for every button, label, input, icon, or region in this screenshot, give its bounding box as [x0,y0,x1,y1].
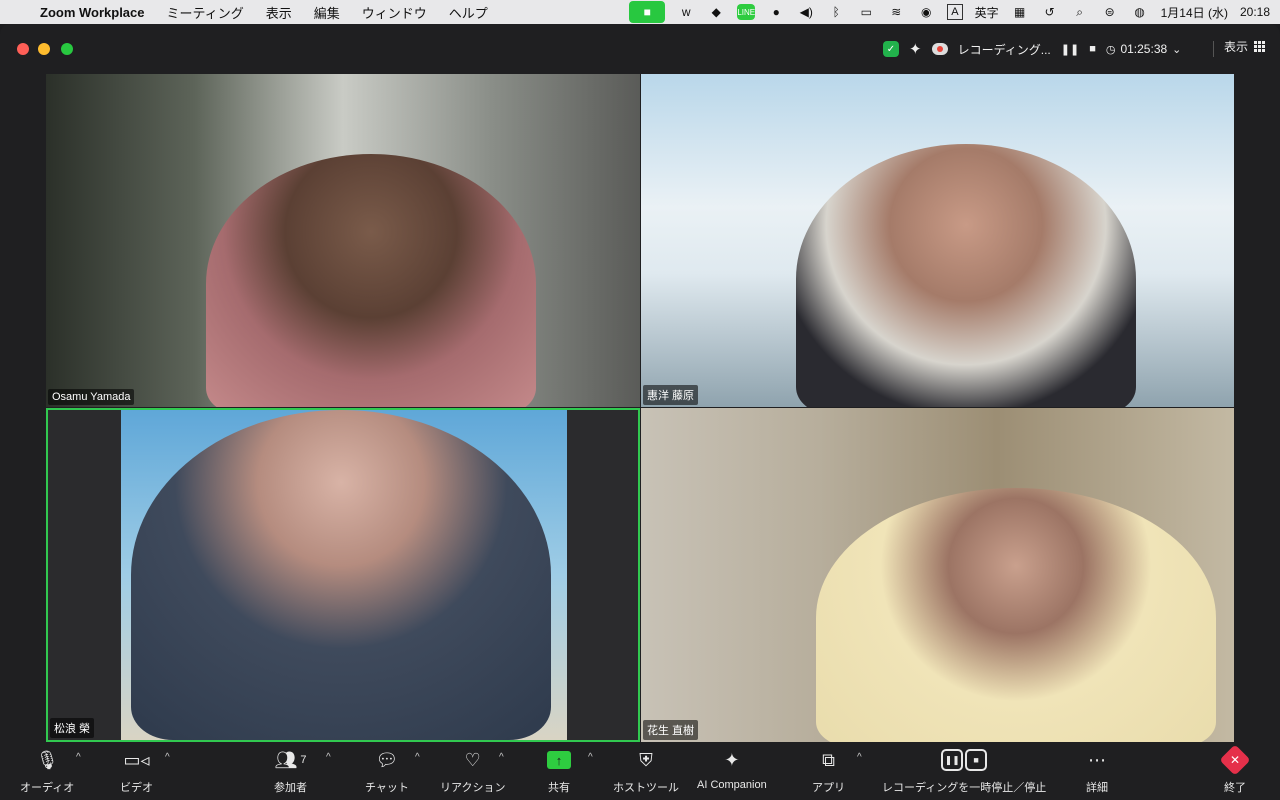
participant-name-label: 松浪 榮 [50,718,95,738]
video-options-chevron-icon[interactable]: ^ [165,752,170,763]
menu-meeting[interactable]: ミーティング [167,3,244,22]
chat-bubble-icon: 💬︎ [375,749,399,770]
participants-icon: 👥︎ 7 [274,749,307,770]
sparkle-icon: ✦ [724,749,740,770]
audio-options-chevron-icon[interactable]: ^ [76,752,81,763]
participant-name-label: 惠洋 藤原 [643,385,699,405]
pause-recording-icon[interactable]: ❚❚ [1061,43,1079,56]
share-screen-icon: ↑ [547,751,571,769]
menu-view[interactable]: 表示 [266,3,292,22]
time-machine-icon[interactable]: ↺ [1041,4,1059,20]
apps-button[interactable]: ⧉ アプリ [812,746,845,795]
chat-button[interactable]: 💬︎ チャット [365,746,409,795]
reactions-button[interactable]: ♡ リアクション [440,746,505,795]
participant-video-tile[interactable]: 惠洋 藤原 [641,74,1234,407]
title-bar: ✓ ✦ レコーディング... ❚❚ ■ ◷ 01:25:38 ⌄ 表示 [0,24,1280,74]
participant-video [796,144,1136,407]
bluetooth-icon[interactable]: ᛒ [827,4,845,20]
participant-video [206,154,536,407]
dropbox-tray-icon[interactable]: ◆ [707,4,725,20]
host-tools-button[interactable]: ⛨ ホストツール [613,746,679,795]
share-button[interactable]: ↑ 共有 [547,746,571,795]
video-camera-icon: ▭◃ [123,749,150,770]
zoom-tray-icon[interactable]: ■ [629,1,666,23]
virtual-background [121,410,567,740]
ime-indicator[interactable]: A [947,4,963,20]
minimize-window-button[interactable] [38,43,50,55]
close-window-button[interactable] [17,43,29,55]
ime-mode-label[interactable]: 英字 [975,4,999,21]
menu-help[interactable]: ヘルプ [449,3,488,22]
heart-icon: ♡ [464,749,481,770]
ai-companion-sparkle-icon[interactable]: ✦ [909,40,922,58]
apps-options-chevron-icon[interactable]: ^ [857,752,862,763]
menubar-clock[interactable]: 20:18 [1240,5,1270,19]
host-shield-icon: ⛨ [639,749,653,770]
wifi-icon[interactable]: ≋ [887,4,905,20]
gallery-grid-icon [1254,40,1266,53]
recording-status-label: レコーディング... [957,42,1051,57]
search-icon[interactable]: ⌕ [1071,4,1089,20]
participants-count: 7 [300,754,307,766]
meeting-controls-toolbar: 🎙︎ オーディオ ^ ▭◃ ビデオ ^ 👥︎ 7 参加者 ^ 💬︎ チャット ^ … [0,742,1280,800]
participant-video [131,410,551,740]
chevron-down-icon: ⌄ [1172,43,1182,56]
ai-companion-button[interactable]: ✦ AI Companion [697,746,767,792]
recording-control-button[interactable]: ❚❚ ■ レコーディングを一時停止／停止 [882,746,1046,795]
stop-recording-icon[interactable]: ■ [1089,43,1096,55]
clock-icon: ◷ [1105,43,1116,56]
participant-video [816,488,1216,742]
siri-icon[interactable]: ◍ [1131,4,1149,20]
encryption-shield-icon[interactable]: ✓ [883,41,899,57]
menu-window[interactable]: ウィンドウ [362,3,427,22]
menubar-date[interactable]: 1月14日 (水) [1161,4,1228,21]
meeting-timer[interactable]: ◷ 01:25:38 ⌄ [1106,42,1182,56]
user-icon[interactable]: ◉ [917,4,935,20]
end-x-icon: ✕ [1219,744,1251,776]
apps-icon: ⧉ [822,749,835,770]
end-meeting-button[interactable]: ✕ 終了 [1219,744,1251,795]
participants-options-chevron-icon[interactable]: ^ [326,752,331,763]
menu-edit[interactable]: 編集 [314,3,340,22]
share-options-chevron-icon[interactable]: ^ [588,752,593,763]
meeting-timer-value: 01:25:38 [1120,42,1168,56]
more-dots-icon: ⋯ [1088,749,1106,770]
more-button[interactable]: ⋯ 詳細 [1086,746,1108,795]
microphone-icon: 🎙︎ [35,749,59,770]
video-button[interactable]: ▭◃ ビデオ [120,746,153,795]
keyboard-icon[interactable]: ▦ [1011,4,1029,20]
pause-icon: ❚❚ [941,749,964,771]
app-tray-icon[interactable]: ● [767,4,785,20]
webex-tray-icon[interactable]: w [677,4,695,20]
control-center-icon[interactable]: ⊜ [1101,4,1119,20]
active-speaker-video-tile[interactable]: 松浪 榮 [46,408,640,742]
battery-icon[interactable]: ▭ [857,4,875,20]
participant-video-tile[interactable]: 花生 直樹 [641,408,1234,742]
participants-button[interactable]: 👥︎ 7 参加者 [274,746,307,795]
participant-video-tile[interactable]: Osamu Yamada [46,74,640,407]
meeting-status-bar: ✓ ✦ レコーディング... ❚❚ ■ ◷ 01:25:38 ⌄ [883,37,1181,61]
menu-bar: Zoom Workplace ミーティング 表示 編集 ウィンドウ ヘルプ ■ … [0,0,1280,24]
view-button[interactable]: 表示 [1224,38,1266,55]
zoom-meeting-window: ✓ ✦ レコーディング... ❚❚ ■ ◷ 01:25:38 ⌄ 表示 Osam… [0,24,1280,800]
participant-name-label: 花生 直樹 [643,720,699,740]
view-button-label: 表示 [1223,40,1248,54]
participant-name-label: Osamu Yamada [48,389,135,405]
recording-indicator-icon [931,43,948,55]
reactions-options-chevron-icon[interactable]: ^ [499,752,504,763]
stop-icon: ■ [965,749,988,771]
fullscreen-window-button[interactable] [61,43,73,55]
chat-options-chevron-icon[interactable]: ^ [415,752,420,763]
line-tray-icon[interactable]: LINE [737,4,756,20]
header-divider [1213,41,1214,57]
app-menu[interactable]: Zoom Workplace [40,5,145,20]
audio-button[interactable]: 🎙︎ オーディオ [20,746,74,795]
volume-icon[interactable]: ◀) [797,4,815,20]
